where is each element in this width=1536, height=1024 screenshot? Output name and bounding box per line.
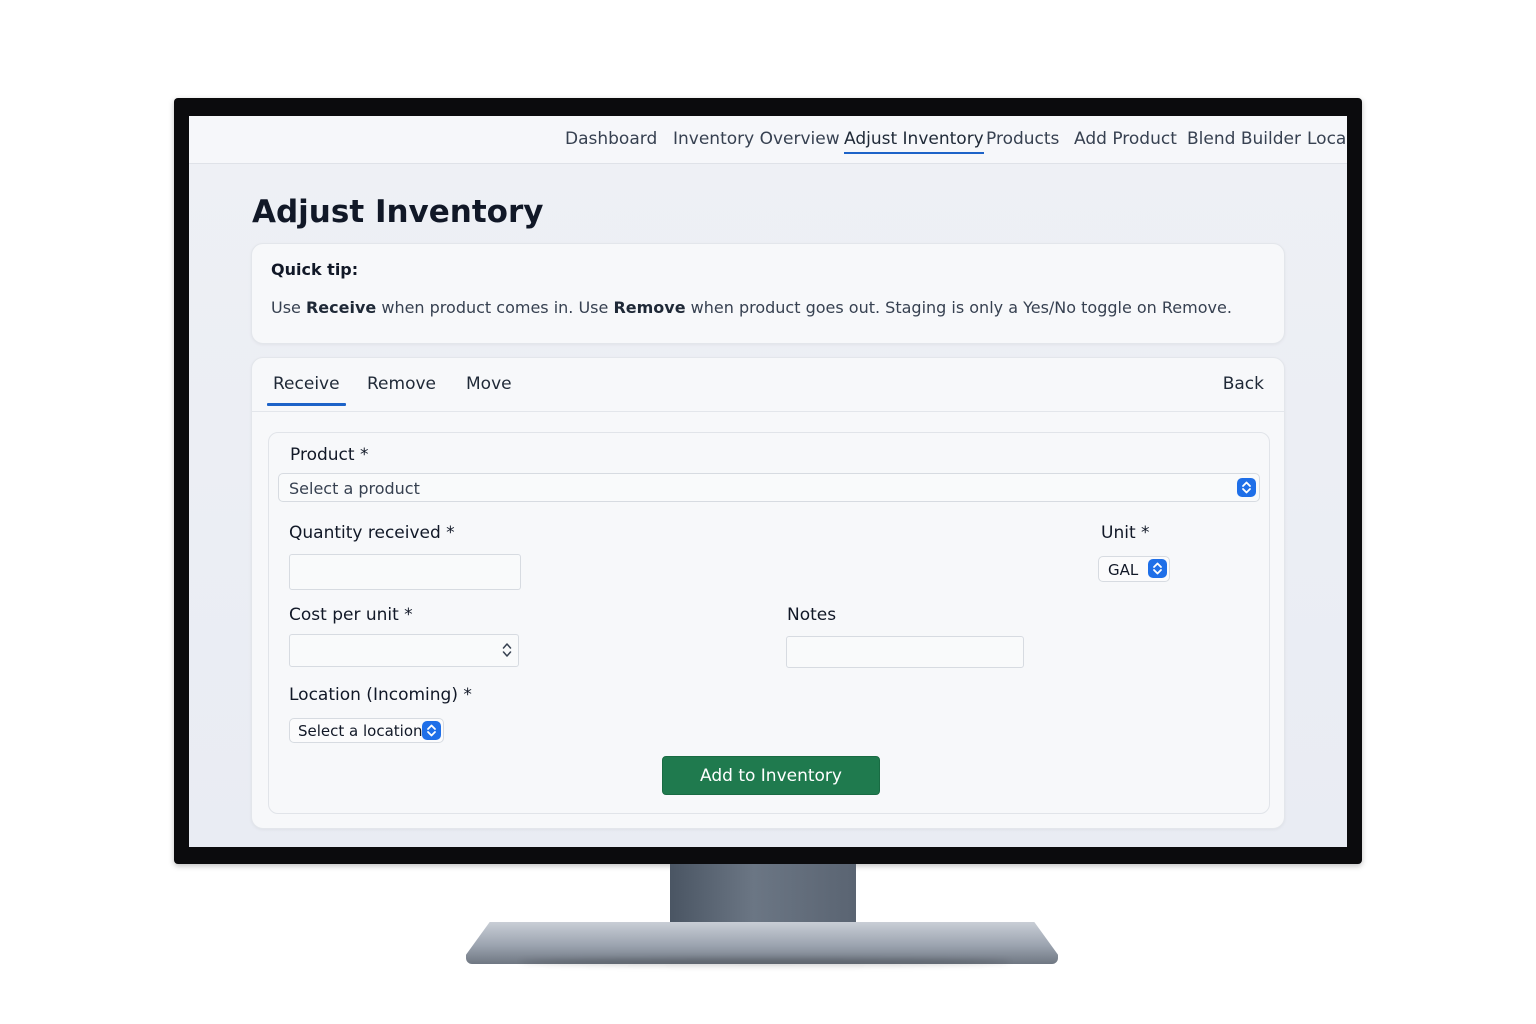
cost-label: Cost per unit * (289, 605, 413, 625)
quick-tip-text-part: when product comes in. Use (376, 298, 614, 317)
page-title: Adjust Inventory (252, 194, 544, 230)
nav-item-products[interactable]: Products (986, 129, 1059, 149)
tab-remove[interactable]: Remove (367, 374, 436, 394)
quick-tip-card: Quick tip: Use Receive when product come… (251, 243, 1285, 344)
product-select[interactable]: Select a product (278, 473, 1260, 502)
notes-input[interactable] (786, 636, 1024, 668)
chevron-up-down-icon (422, 721, 441, 740)
back-link[interactable]: Back (1223, 374, 1264, 394)
nav-item-inventory-overview[interactable]: Inventory Overview (673, 129, 840, 149)
nav-item-adjust-inventory[interactable]: Adjust Inventory (844, 129, 984, 154)
location-select-value: Select a location (298, 722, 423, 740)
quick-tip-remove: Remove (613, 298, 686, 317)
product-select-value: Select a product (289, 479, 420, 498)
nav-item-locations[interactable]: Loca (1307, 129, 1346, 149)
tab-move[interactable]: Move (466, 374, 512, 394)
screen: Dashboard Inventory Overview Adjust Inve… (189, 116, 1347, 847)
chevron-up-down-icon (1237, 478, 1256, 497)
location-label: Location (Incoming) * (289, 685, 472, 705)
nav-item-add-product[interactable]: Add Product (1074, 129, 1177, 149)
unit-select-value: GAL (1108, 561, 1139, 579)
quantity-input[interactable] (289, 554, 521, 590)
tab-bar: Receive Remove Move Back (252, 358, 1284, 412)
unit-select[interactable]: GAL (1098, 556, 1170, 582)
quick-tip-text: Use Receive when product comes in. Use R… (271, 298, 1232, 317)
add-to-inventory-button[interactable]: Add to Inventory (662, 756, 880, 795)
tab-receive[interactable]: Receive (267, 374, 346, 406)
quick-tip-title: Quick tip: (271, 260, 359, 279)
quick-tip-text-part: when product goes out. Staging is only a… (685, 298, 1232, 317)
monitor-stand-shadow (520, 958, 1010, 966)
quick-tip-text-part: Use (271, 298, 306, 317)
nav-item-dashboard[interactable]: Dashboard (565, 129, 657, 149)
top-nav: Dashboard Inventory Overview Adjust Inve… (189, 116, 1347, 164)
receive-form: Product * Select a product Quantity rece… (268, 432, 1270, 814)
adjust-form-card: Receive Remove Move Back Product * Selec… (251, 357, 1285, 829)
unit-label: Unit * (1101, 523, 1150, 543)
number-stepper-icon[interactable] (502, 642, 512, 658)
notes-label: Notes (787, 605, 837, 625)
nav-item-blend-builder[interactable]: Blend Builder (1187, 129, 1301, 149)
quick-tip-receive: Receive (305, 298, 377, 317)
product-label: Product * (290, 445, 369, 465)
location-select[interactable]: Select a location (289, 718, 444, 743)
quantity-label: Quantity received * (289, 523, 455, 543)
cost-input[interactable] (289, 634, 519, 667)
chevron-up-down-icon (1148, 559, 1167, 578)
